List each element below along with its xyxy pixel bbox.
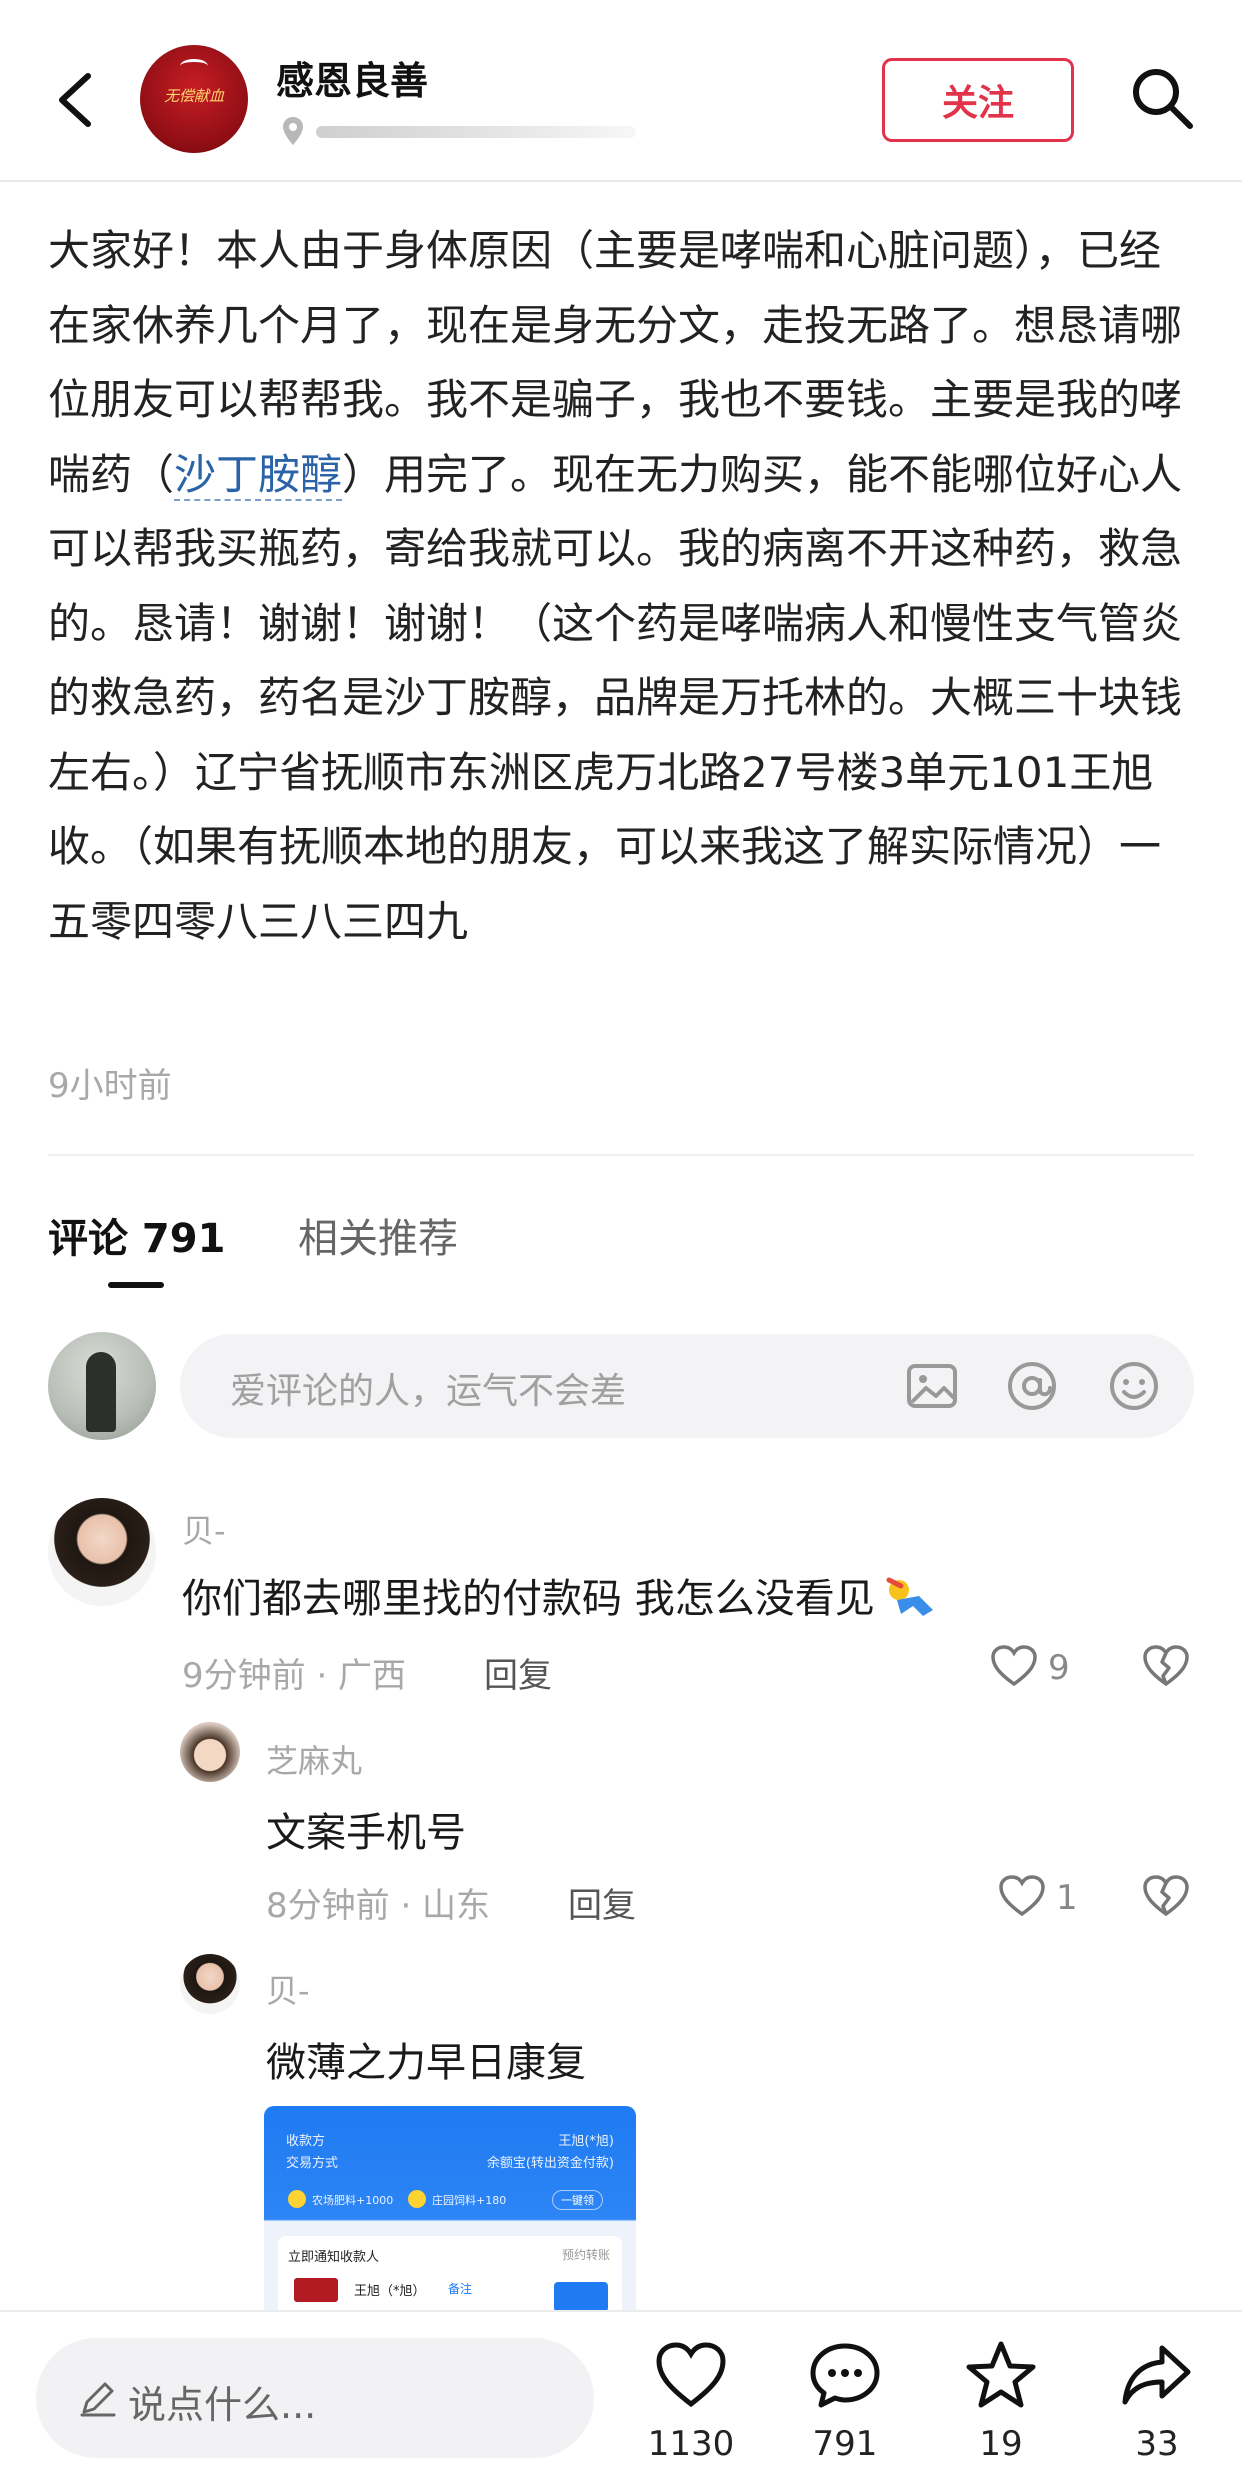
location-pin-icon <box>283 117 303 145</box>
recipient-name: 王旭（*旭） <box>354 2284 426 2299</box>
author-name[interactable]: 感恩良善 <box>276 50 428 105</box>
comment-bubble-icon[interactable] <box>808 2340 882 2410</box>
emoji-icon[interactable] <box>1106 1358 1162 1414</box>
author-location <box>282 116 652 146</box>
red-thumbnail <box>294 2278 338 2302</box>
comment-input-placeholder: 爱评论的人，运气不会差 <box>230 1371 627 1412</box>
follow-button[interactable]: 关注 <box>882 58 1074 142</box>
commenter-name[interactable]: 贝- <box>266 1966 310 2012</box>
bottom-action-bar: 说点什么... 1130 791 19 33 <box>0 2310 1242 2489</box>
back-button[interactable] <box>48 62 108 138</box>
share-icon[interactable] <box>1120 2340 1194 2410</box>
coin-icon <box>288 2190 306 2208</box>
transfer-label: 预约转账 <box>561 2248 610 2262</box>
silhouette-figure <box>86 1352 116 1432</box>
like-count-total: 1130 <box>647 2424 735 2464</box>
comment-text: 微薄之力早日康复 <box>266 2040 586 2086</box>
say-something-placeholder: 说点什么... <box>128 2383 317 2427</box>
notify-card: 立即通知收款人 预约转账 王旭（*旭） 备注 <box>278 2236 622 2312</box>
running-person-emoji-icon <box>879 1576 939 1626</box>
reply-button[interactable]: 回复 <box>484 1648 552 1697</box>
comment-count-total: 791 <box>812 2424 878 2464</box>
like-count: 9 <box>1048 1648 1070 1688</box>
reward-1: 农场肥料+1000 <box>312 2194 394 2207</box>
post-text-part-2: ）用完了。现在无力购买，能不能哪位好心人可以帮我买瓶药，寄给我就可以。我的病离不… <box>48 449 1183 946</box>
commenter-name[interactable]: 芝麻丸 <box>266 1736 362 1782</box>
comment-text: 你们都去哪里找的付款码 我怎么没看见 <box>182 1566 939 1626</box>
comment-text-content: 你们都去哪里找的付款码 我怎么没看见 <box>182 1576 875 1622</box>
pencil-icon <box>80 2382 116 2417</box>
tab-related[interactable]: 相关推荐 <box>298 1206 458 1264</box>
top-nav-bar: 无偿献血 感恩良善 关注 <box>0 0 1242 182</box>
payee-label: 收款方 <box>286 2134 326 2149</box>
payment-screenshot-image[interactable]: 收款方 王旭(*旭) 交易方式 余额宝(转出资金付款) 农场肥料+1000 庄园… <box>264 2106 636 2312</box>
author-avatar[interactable]: 无偿献血 <box>140 45 248 153</box>
comment-meta: 9分钟前 · 广西 <box>182 1656 407 1696</box>
post-timestamp: 9小时前 <box>48 1066 172 1106</box>
mention-icon[interactable] <box>1004 1358 1060 1414</box>
method-label: 交易方式 <box>286 2156 339 2171</box>
comment-text: 文案手机号 <box>266 1810 466 1856</box>
tab-comments[interactable]: 评论 791 <box>48 1206 225 1264</box>
search-button[interactable] <box>1128 64 1196 132</box>
broken-heart-icon[interactable] <box>1142 1644 1190 1688</box>
heart-icon[interactable] <box>998 1874 1046 1918</box>
commenter-avatar[interactable] <box>180 1954 240 2014</box>
favorite-count: 19 <box>979 2424 1023 2464</box>
share-count: 33 <box>1135 2424 1179 2464</box>
notify-label: 立即通知收款人 <box>288 2250 380 2265</box>
like-heart-icon[interactable] <box>654 2340 728 2410</box>
say-something-input[interactable]: 说点什么... <box>36 2338 594 2458</box>
comment-input[interactable]: 爱评论的人，运气不会差 <box>180 1334 1194 1438</box>
payee-value: 王旭(*旭) <box>558 2134 614 2149</box>
location-redacted <box>316 126 636 138</box>
one-click-claim: 一键领 <box>552 2190 603 2210</box>
chevron-left-icon <box>59 73 91 127</box>
reply-button[interactable]: 回复 <box>568 1878 636 1927</box>
post-body: 大家好！本人由于身体原因（主要是哮喘和心脏问题），已经在家休养几个月了，现在是身… <box>48 214 1198 959</box>
commenter-name[interactable]: 贝- <box>182 1506 226 1552</box>
notify-button <box>554 2282 608 2312</box>
active-tab-indicator <box>108 1282 164 1288</box>
commenter-avatar[interactable] <box>48 1498 156 1606</box>
avatar-seal-text: 无偿献血 <box>163 87 224 105</box>
method-value: 余额宝(转出资金付款) <box>486 2156 614 2171</box>
note-label: 备注 <box>448 2282 473 2296</box>
broken-heart-icon[interactable] <box>1142 1874 1190 1918</box>
search-icon <box>1133 69 1193 129</box>
current-user-avatar[interactable] <box>48 1332 156 1440</box>
commenter-avatar[interactable] <box>180 1722 240 1782</box>
image-icon[interactable] <box>904 1358 960 1414</box>
section-divider <box>48 1154 1194 1156</box>
coin-icon <box>408 2190 426 2208</box>
reward-2: 庄园饲料+180 <box>432 2194 507 2207</box>
like-count: 1 <box>1056 1878 1078 1918</box>
dove-icon <box>180 59 208 73</box>
heart-icon[interactable] <box>990 1644 1038 1688</box>
comment-meta: 8分钟前 · 山东 <box>266 1886 491 1926</box>
drug-search-link[interactable]: 沙丁胺醇 <box>174 449 343 501</box>
star-icon[interactable] <box>964 2340 1038 2410</box>
